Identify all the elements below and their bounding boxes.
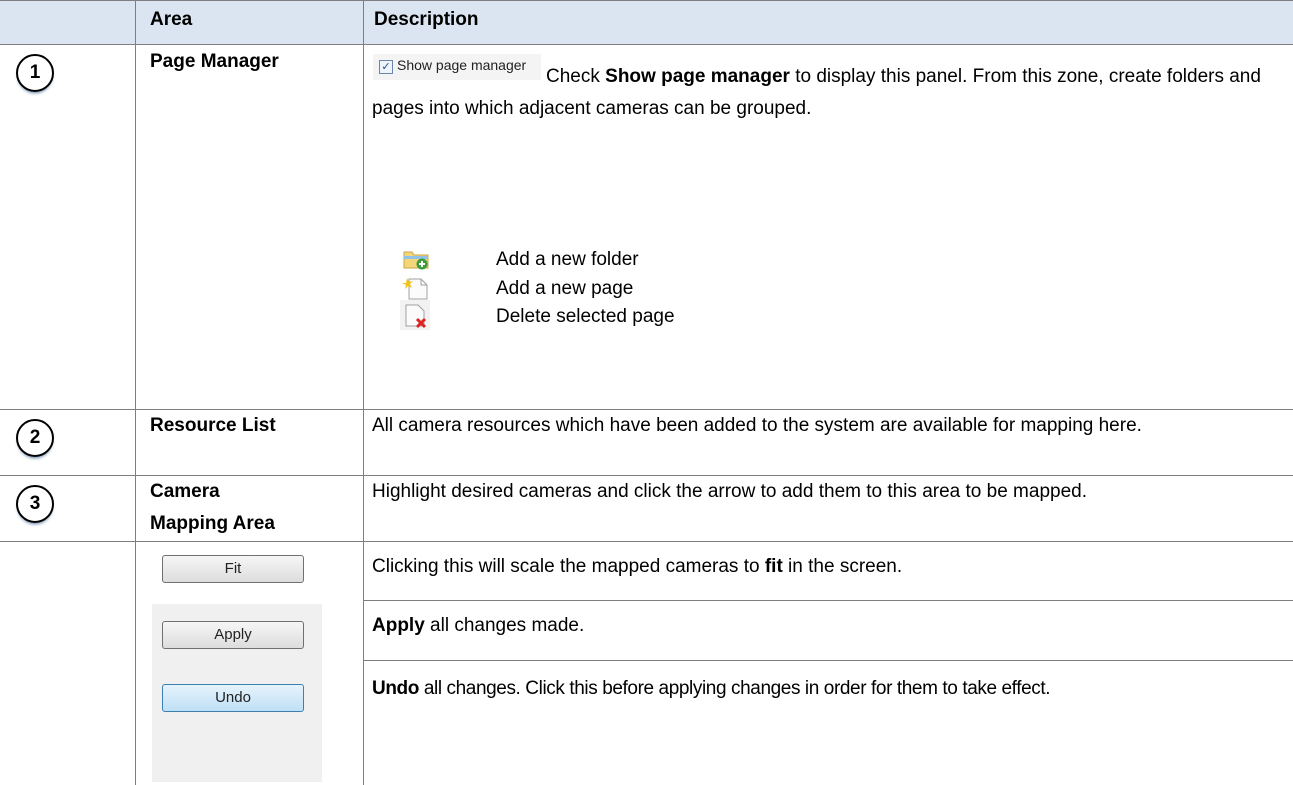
area-page-manager: Page Manager: [150, 51, 279, 72]
apply-button[interactable]: Apply: [162, 621, 304, 649]
folder-add-icon: [403, 251, 429, 270]
row-divider: [363, 600, 1293, 601]
header-area: Area: [150, 9, 193, 30]
row-divider: [363, 660, 1293, 661]
row-divider: [0, 0, 1293, 1]
apply-description: Apply all changes made.: [372, 615, 585, 636]
add-folder-label: Add a new folder: [496, 249, 639, 270]
new-page-icon: [402, 278, 428, 300]
area-camera-mapping: Camera Mapping Area: [150, 481, 275, 534]
number-badge: 2: [16, 419, 54, 457]
add-page-label: Add a new page: [496, 278, 634, 299]
column-divider: [135, 0, 136, 785]
row-divider: [0, 541, 1293, 542]
fit-button[interactable]: Fit: [162, 555, 304, 583]
fit-description: Clicking this will scale the mapped came…: [372, 556, 903, 577]
column-divider: [363, 0, 364, 785]
number-badge: 3: [16, 485, 54, 523]
row-divider: [0, 44, 1293, 45]
header-description: Description: [374, 9, 479, 30]
area-resource-list: Resource List: [150, 415, 276, 436]
delete-page-icon: [400, 300, 430, 330]
delete-page-label: Delete selected page: [496, 306, 675, 327]
page-manager-description: Check Show page manager to display this …: [372, 66, 1261, 119]
resource-list-description: All camera resources which have been add…: [372, 415, 1142, 436]
undo-button[interactable]: Undo: [162, 684, 304, 712]
table-header: [0, 0, 1293, 44]
undo-description: Undo all changes. Click this before appl…: [372, 678, 1051, 699]
number-badge: 1: [16, 54, 54, 92]
camera-mapping-description: Highlight desired cameras and click the …: [372, 481, 1087, 502]
